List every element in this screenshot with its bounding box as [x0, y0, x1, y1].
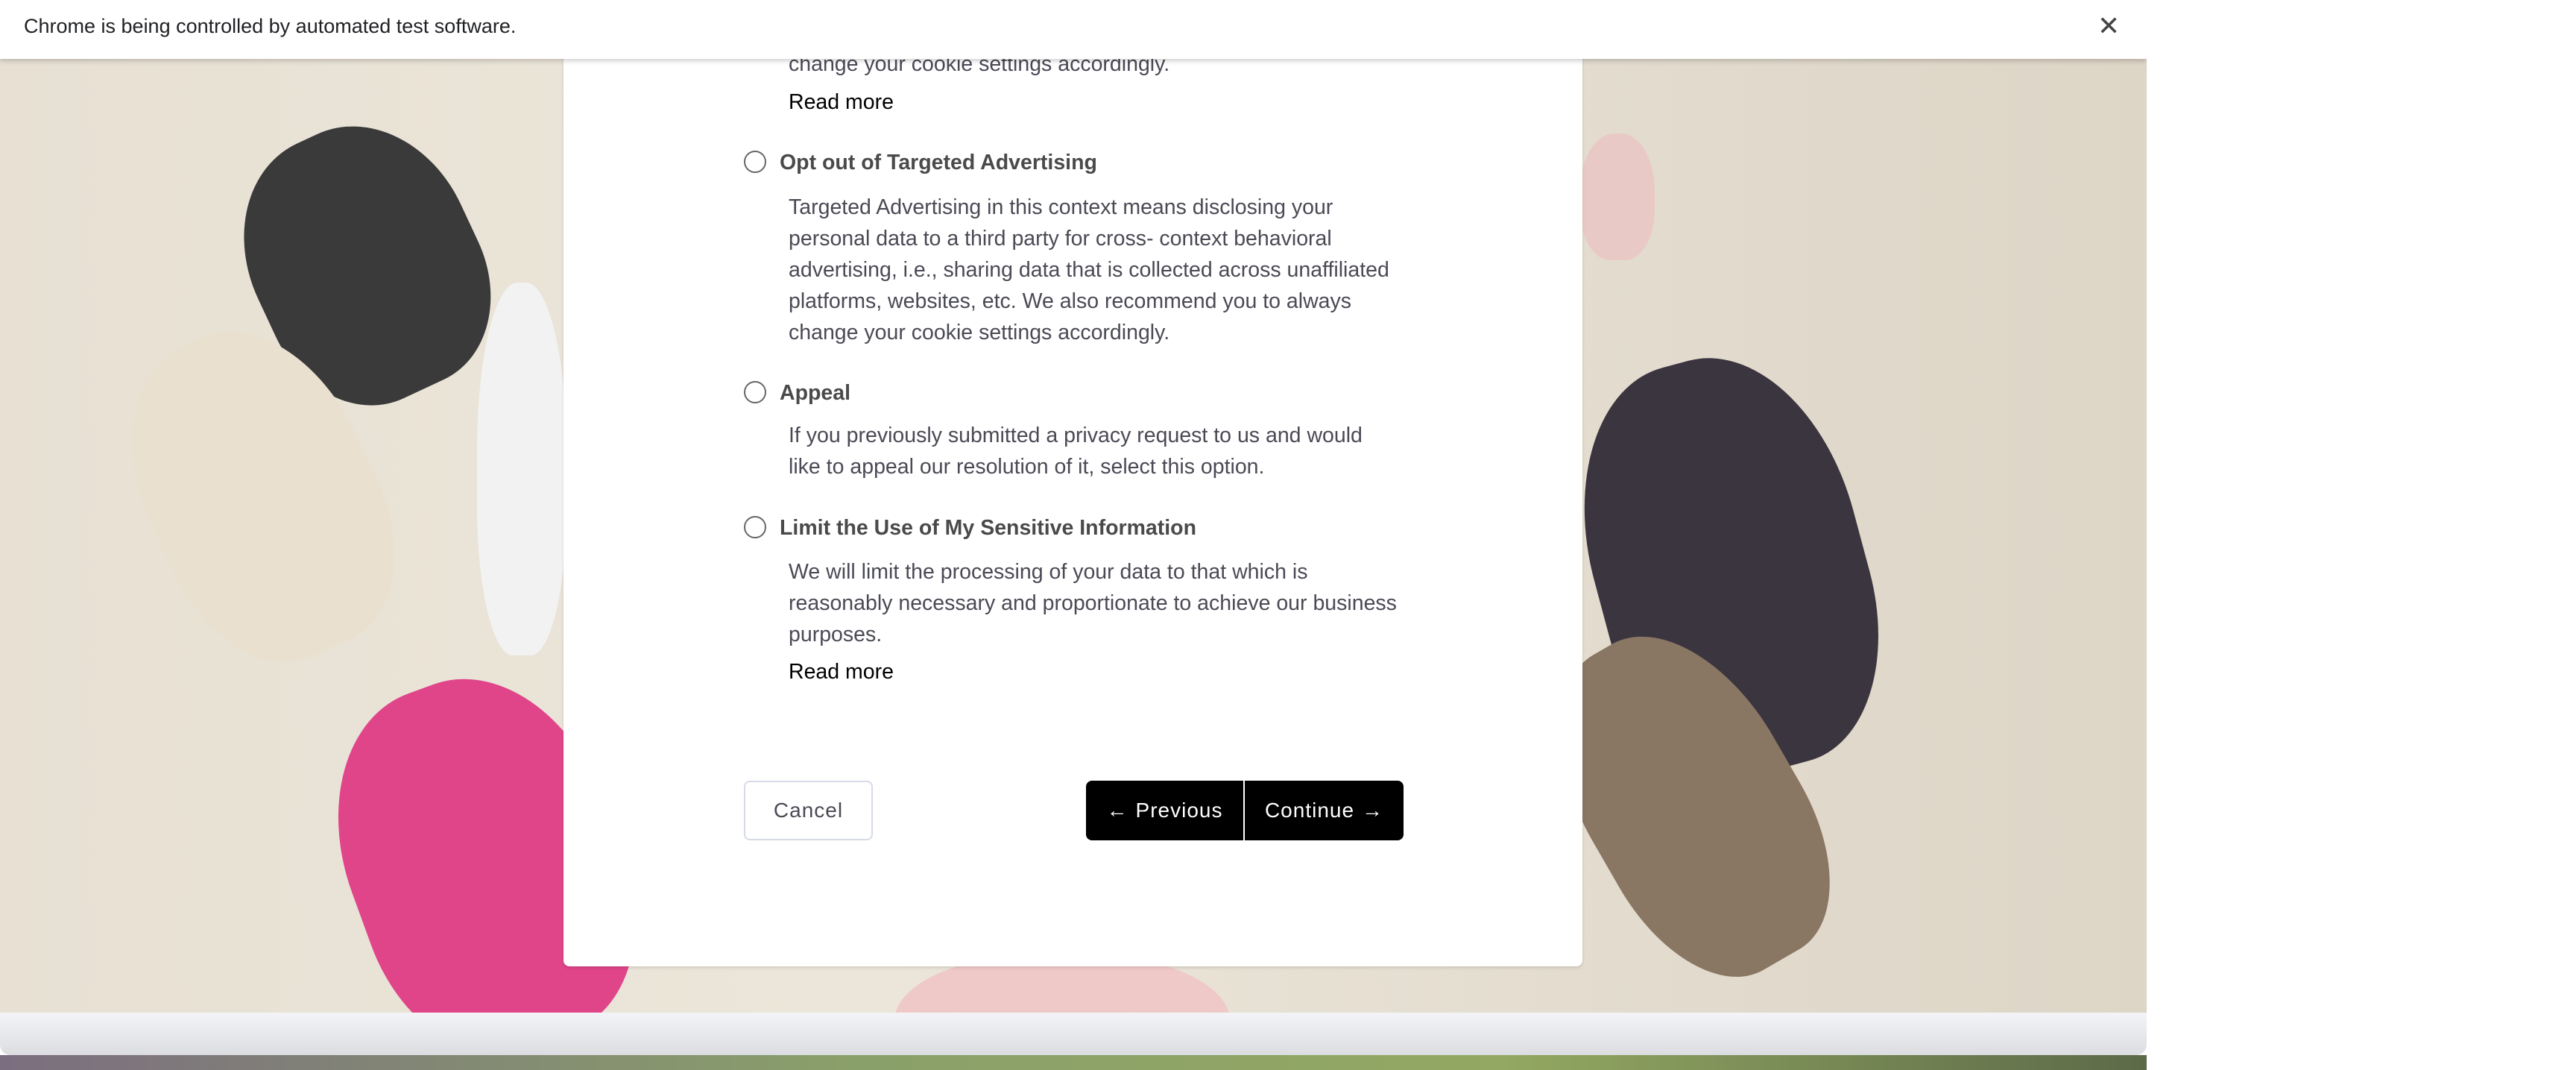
option-description: personal data to a third party for cross… [789, 227, 1332, 251]
option-description: We will limit the processing of your dat… [789, 560, 1308, 584]
cancel-button[interactable]: Cancel [744, 781, 873, 840]
infobar-message: Chrome is being controlled by automated … [24, 15, 517, 37]
arrow-left-icon: ← [1106, 799, 1128, 822]
cancel-label: Cancel [773, 799, 844, 822]
radio-appeal[interactable] [744, 381, 766, 403]
close-icon[interactable]: ✕ [2097, 10, 2120, 42]
previous-label: Previous [1135, 799, 1223, 822]
option-description: platforms, websites, etc. We also recomm… [789, 289, 1352, 313]
option-label[interactable]: Limit the Use of My Sensitive Informatio… [780, 516, 1196, 541]
continue-button[interactable]: Continue → [1243, 781, 1404, 840]
option-label[interactable]: Appeal [780, 381, 850, 406]
option-description: reasonably necessary and proportionate t… [789, 591, 1397, 615]
option-description: advertising, i.e., sharing data that is … [789, 258, 1389, 282]
option-description: like to appeal our resolution of it, sel… [789, 455, 1265, 479]
radio-limit-sensitive-information[interactable] [744, 516, 766, 538]
option-description: If you previously submitted a privacy re… [789, 424, 1363, 447]
option-description: purposes. [789, 623, 883, 646]
shoe-image [1580, 133, 1655, 260]
browser-viewport: Chrome is being controlled by automated … [0, 0, 2147, 1070]
bottom-bar [0, 1013, 2147, 1055]
bottom-background-strip [0, 1055, 2147, 1070]
read-more-link[interactable]: Read more [789, 90, 894, 115]
radio-opt-out-targeted-advertising[interactable] [744, 151, 766, 173]
read-more-link[interactable]: Read more [789, 660, 894, 685]
continue-label: Continue [1264, 799, 1355, 822]
privacy-request-modal: change your cookie settings accordingly.… [564, 45, 1582, 966]
option-label[interactable]: Opt out of Targeted Advertising [780, 151, 1097, 175]
previous-button[interactable]: ← Previous [1086, 781, 1243, 840]
option-description: change your cookie settings accordingly. [789, 321, 1170, 344]
option-description: Targeted Advertising in this context mea… [789, 195, 1333, 219]
shoe-image [477, 283, 566, 655]
arrow-right-icon: → [1362, 799, 1384, 822]
automation-infobar: Chrome is being controlled by automated … [0, 0, 2147, 59]
